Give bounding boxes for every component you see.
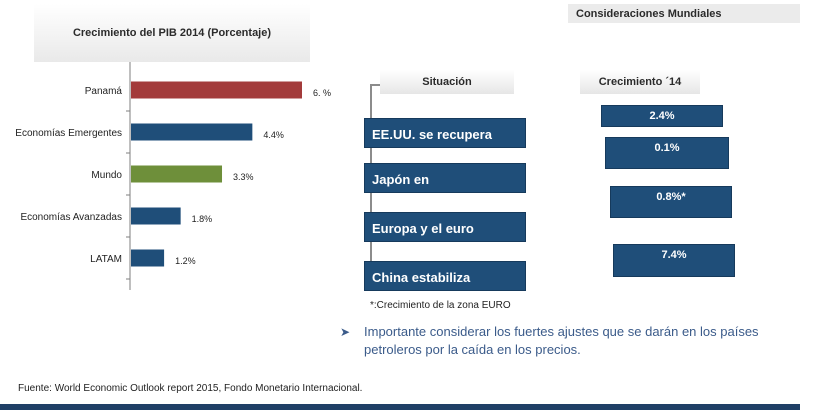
growth-value: 0.8%* [610, 186, 732, 218]
bottom-bar [0, 404, 800, 410]
bar [131, 81, 302, 99]
category-label: LATAM [90, 254, 122, 265]
gdp-bar-chart: Panamá 6. % Economías Emergentes 4.4% Mundo 3… [15, 62, 331, 290]
growth-value: 7.4% [613, 244, 735, 277]
growth-value: 2.4% [601, 105, 723, 127]
category-label: Economías Avanzadas [20, 212, 122, 223]
category-label: Panamá [85, 86, 123, 97]
bullet-text: Importante considerar los fuertes ajuste… [364, 324, 759, 357]
situation-header: Situación [380, 70, 514, 94]
source-note: Fuente: World Economic Outlook report 20… [18, 383, 363, 394]
category-label: Economías Emergentes [15, 128, 122, 139]
situation-item: Japón en [364, 163, 526, 193]
bar [131, 123, 253, 141]
data-label: 1.2% [175, 256, 196, 266]
section-title: Consideraciones Mundiales [568, 4, 800, 23]
bar [131, 249, 165, 267]
category-label: Mundo [91, 170, 122, 181]
arrow-bullet-icon: ➤ [340, 325, 351, 339]
situation-item: EE.UU. se recupera [364, 118, 526, 148]
data-label: 1.8% [192, 214, 213, 224]
data-label: 4.4% [263, 130, 284, 140]
bar [131, 207, 181, 225]
footnote: *:Crecimiento de la zona EURO [370, 300, 511, 311]
growth-header: Crecimiento ´14 [580, 70, 700, 94]
bar [131, 165, 223, 183]
data-label: 3.3% [233, 172, 254, 182]
situation-item: China estabiliza [364, 261, 526, 291]
situation-item: Europa y el euro [364, 212, 526, 242]
data-label: 6. % [313, 88, 331, 98]
chart-title: Crecimiento del PIB 2014 (Porcentaje) [34, 4, 310, 62]
growth-value: 0.1% [605, 137, 729, 169]
